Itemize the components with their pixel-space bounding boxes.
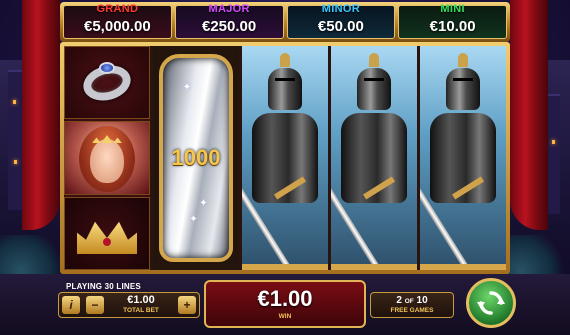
lines-label: PLAYING 30 LINES	[66, 282, 141, 291]
jackpot-grand-value: €5,000.00	[84, 18, 151, 35]
win-display: €1.00 WIN	[204, 280, 366, 328]
reel-2: ✦ ✦ ✦ 1000	[153, 46, 239, 270]
reel-frame: ✦ ✦ ✦ 1000	[60, 42, 510, 274]
free-games-current: 2	[396, 295, 402, 306]
curtain-left	[22, 0, 60, 230]
free-games-label: FREE GAMES	[390, 307, 434, 314]
jackpot-mini-label: MINI	[440, 3, 465, 15]
jackpot-major: MAJOR €250.00	[174, 3, 284, 39]
jackpot-grand: GRAND €5,000.00	[63, 3, 172, 39]
reel-5	[420, 46, 506, 270]
jackpot-minor-label: MINOR	[321, 3, 360, 15]
bet-selector: i − €1.00 TOTAL BET +	[58, 292, 200, 318]
jackpot-minor: MINOR €50.00	[286, 3, 396, 39]
free-games-total: 10	[416, 295, 428, 306]
shield-value: 1000	[171, 144, 221, 170]
total-bet-label: TOTAL BET	[123, 307, 159, 315]
free-games-counter: 2 OF 10 FREE GAMES	[370, 292, 454, 318]
game-stage: GRAND €5,000.00 MAJOR €250.00 MINOR €50.…	[0, 0, 570, 335]
jackpot-mini-value: €10.00	[429, 18, 476, 35]
curtain-right	[510, 0, 548, 230]
jackpot-major-label: MAJOR	[208, 3, 250, 15]
reel-1	[64, 46, 150, 270]
ring-icon	[64, 46, 150, 120]
jackpot-major-value: €250.00	[202, 18, 257, 35]
refresh-icon	[477, 291, 505, 315]
win-label: WIN	[278, 313, 292, 320]
total-bet-value: €1.00	[127, 294, 155, 307]
jackpot-grand-label: GRAND	[96, 3, 139, 15]
jackpot-bar: GRAND €5,000.00 MAJOR €250.00 MINOR €50.…	[60, 2, 510, 42]
jackpot-minor-value: €50.00	[317, 18, 364, 35]
spin-button[interactable]	[466, 278, 516, 328]
bet-increase-button[interactable]: +	[178, 296, 196, 314]
bet-decrease-button[interactable]: −	[86, 296, 104, 314]
princess-icon	[64, 121, 150, 195]
reel-3	[242, 46, 328, 270]
free-games-of: OF	[404, 298, 414, 305]
win-value: €1.00	[257, 286, 313, 311]
jackpot-mini: MINI €10.00	[398, 3, 507, 39]
crown-icon	[64, 196, 150, 270]
reel-4	[331, 46, 417, 270]
info-button[interactable]: i	[62, 296, 80, 314]
